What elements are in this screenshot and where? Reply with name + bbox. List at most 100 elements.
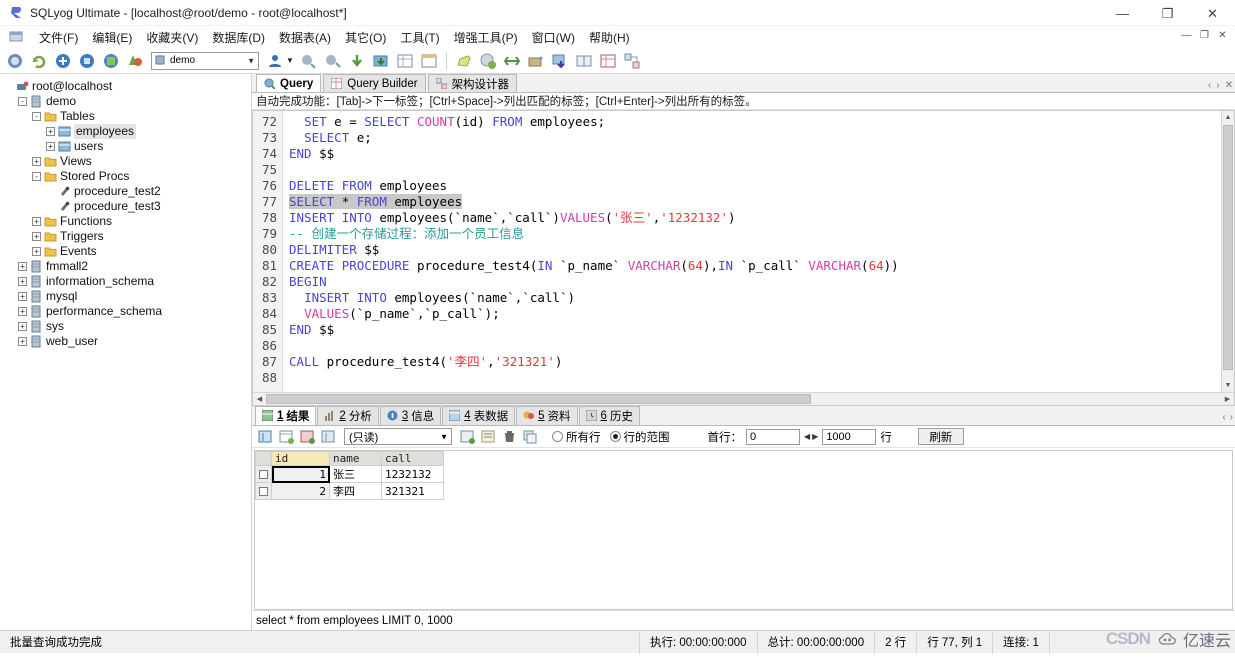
result-tab-分析[interactable]: 2 分析: [317, 406, 379, 425]
result-table[interactable]: id name call 1 张三 1232132 2 李四 321321: [255, 451, 444, 500]
radio-all-rows-dot[interactable]: [552, 431, 563, 442]
tree-node-root-localhost[interactable]: root@localhost: [0, 79, 251, 94]
text-view-icon[interactable]: [298, 428, 317, 446]
spin-prev-icon[interactable]: ◀: [804, 432, 810, 441]
column-header-name[interactable]: name: [329, 451, 382, 466]
expand-toggle-icon[interactable]: +: [32, 157, 41, 166]
minimize-button[interactable]: —: [1100, 0, 1145, 26]
tab-nav-prev-icon[interactable]: ‹: [1208, 80, 1211, 91]
new-connection-icon[interactable]: [4, 50, 26, 72]
tree-node-views[interactable]: + Views: [0, 154, 251, 169]
tree-node-procedure-test2[interactable]: procedure_test2: [0, 184, 251, 199]
mdi-restore-button[interactable]: ❐: [1196, 28, 1213, 43]
tree-node-procedure-test3[interactable]: procedure_test3: [0, 199, 251, 214]
result-tab-结果[interactable]: 1 结果: [255, 406, 317, 425]
object-browser[interactable]: root@localhost - demo - Tables + employees + use…: [0, 74, 252, 630]
edit-mode-selector[interactable]: (只读) ▼: [344, 428, 452, 445]
tree-node-users[interactable]: + users: [0, 139, 251, 154]
edit-object-icon[interactable]: [453, 50, 475, 72]
schema-compare-icon[interactable]: [573, 50, 595, 72]
form-view-icon[interactable]: [277, 428, 296, 446]
first-row-spinner[interactable]: ◀ ▶: [804, 432, 818, 441]
expand-toggle-icon[interactable]: +: [18, 292, 27, 301]
expand-toggle-icon[interactable]: +: [32, 232, 41, 241]
cell-call[interactable]: 321321: [381, 482, 444, 500]
menu-database[interactable]: 数据库(D): [205, 27, 272, 48]
sql-editor[interactable]: 72 73 74 75 76 77 78 79 80 81 82 83 84 85 86 87 88 SET e…: [252, 110, 1235, 406]
horizontal-scroll-thumb[interactable]: [266, 394, 811, 404]
code-line[interactable]: -- 创建一个存储过程：添加一个员工信息: [289, 226, 1234, 242]
tree-node-fmmall2[interactable]: + fmmall2: [0, 259, 251, 274]
editor-vertical-scrollbar[interactable]: ▲ ▼: [1221, 111, 1234, 392]
user-icon[interactable]: [264, 50, 286, 72]
new-query-tab-icon[interactable]: [52, 50, 74, 72]
scroll-down-icon[interactable]: ▼: [1222, 379, 1234, 392]
menu-tools[interactable]: 工具(T): [393, 27, 446, 48]
vertical-scroll-thumb[interactable]: [1223, 125, 1233, 370]
expand-toggle-icon[interactable]: +: [46, 127, 55, 136]
menu-powertools[interactable]: 增强工具(P): [447, 27, 525, 48]
result-tab-nav-prev-icon[interactable]: ‹: [1222, 412, 1225, 423]
cell-name[interactable]: 张三: [329, 465, 382, 483]
table-row[interactable]: 2 李四 321321: [255, 482, 444, 500]
cell-id[interactable]: 1: [271, 465, 330, 483]
collapse-toggle-icon[interactable]: -: [18, 97, 27, 106]
select-all-header[interactable]: [255, 451, 272, 466]
expand-toggle-icon[interactable]: +: [18, 307, 27, 316]
editor-horizontal-scrollbar[interactable]: ◀ ▶: [253, 392, 1234, 405]
import-data-icon[interactable]: [525, 50, 547, 72]
first-row-input[interactable]: 0: [746, 428, 800, 445]
collapse-toggle-icon[interactable]: -: [32, 112, 41, 121]
tree-node-mysql[interactable]: + mysql: [0, 289, 251, 304]
result-tab-信息[interactable]: 3 信息: [379, 406, 442, 425]
menu-window[interactable]: 窗口(W): [525, 27, 582, 48]
tree-node-sys[interactable]: + sys: [0, 319, 251, 334]
tree-node-employees[interactable]: + employees: [0, 124, 251, 139]
expand-toggle-icon[interactable]: +: [18, 262, 27, 271]
checkbox-icon[interactable]: [259, 470, 268, 479]
result-tab-表数据[interactable]: 4 表数据: [442, 406, 516, 425]
delete-row-icon[interactable]: [500, 428, 519, 446]
menu-other[interactable]: 其它(O): [338, 27, 393, 48]
radio-row-range-dot[interactable]: [609, 431, 621, 442]
expand-toggle-icon[interactable]: +: [18, 337, 27, 346]
table-row[interactable]: 1 张三 1232132: [255, 465, 444, 483]
code-line[interactable]: SELECT * FROM employees: [289, 194, 1234, 210]
execute-current-icon[interactable]: [370, 50, 392, 72]
result-tab-nav-next-icon[interactable]: ›: [1230, 412, 1233, 423]
tab-query-builder[interactable]: Query Builder: [323, 74, 426, 92]
row-scope-radio-group[interactable]: 所有行 行的范围: [552, 429, 670, 445]
close-button[interactable]: ✕: [1190, 0, 1235, 26]
menu-file[interactable]: 文件(F): [32, 27, 85, 48]
row-select-checkbox[interactable]: [255, 465, 272, 483]
tab-close-icon[interactable]: ✕: [1225, 80, 1233, 91]
export-data-icon[interactable]: [549, 50, 571, 72]
expand-toggle-icon[interactable]: +: [32, 247, 41, 256]
maximize-button[interactable]: ❐: [1145, 0, 1190, 26]
execute-query-icon[interactable]: [298, 50, 320, 72]
expand-toggle-icon[interactable]: +: [32, 217, 41, 226]
sql-code-area[interactable]: SET e = SELECT COUNT(id) FROM employees;…: [283, 111, 1234, 405]
query-builder-icon[interactable]: [597, 50, 619, 72]
result-tab-资料[interactable]: 5 资料: [516, 406, 578, 425]
code-line[interactable]: DELETE FROM employees: [289, 178, 1234, 194]
save-query-icon[interactable]: [100, 50, 122, 72]
code-line[interactable]: DELIMITER $$: [289, 242, 1234, 258]
code-line[interactable]: [289, 162, 1234, 178]
code-line[interactable]: [289, 370, 1234, 386]
spin-next-icon[interactable]: ▶: [812, 432, 818, 441]
backup-icon[interactable]: [477, 50, 499, 72]
object-tree[interactable]: root@localhost - demo - Tables + employees + use…: [0, 79, 251, 349]
code-line[interactable]: BEGIN: [289, 274, 1234, 290]
row-limit-input[interactable]: 1000: [822, 428, 877, 445]
code-line[interactable]: [289, 338, 1234, 354]
code-line[interactable]: CREATE PROCEDURE procedure_test4(IN `p_n…: [289, 258, 1234, 274]
cell-name[interactable]: 李四: [329, 482, 382, 500]
execute-all-queries-icon[interactable]: [322, 50, 344, 72]
expand-toggle-icon[interactable]: +: [18, 277, 27, 286]
scroll-up-icon[interactable]: ▲: [1222, 111, 1234, 124]
code-line[interactable]: INSERT INTO employees(`name`,`call`)VALU…: [289, 210, 1234, 226]
tree-node-demo[interactable]: - demo: [0, 94, 251, 109]
menu-table[interactable]: 数据表(A): [272, 27, 338, 48]
code-line[interactable]: SET e = SELECT COUNT(id) FROM employees;: [289, 114, 1234, 130]
